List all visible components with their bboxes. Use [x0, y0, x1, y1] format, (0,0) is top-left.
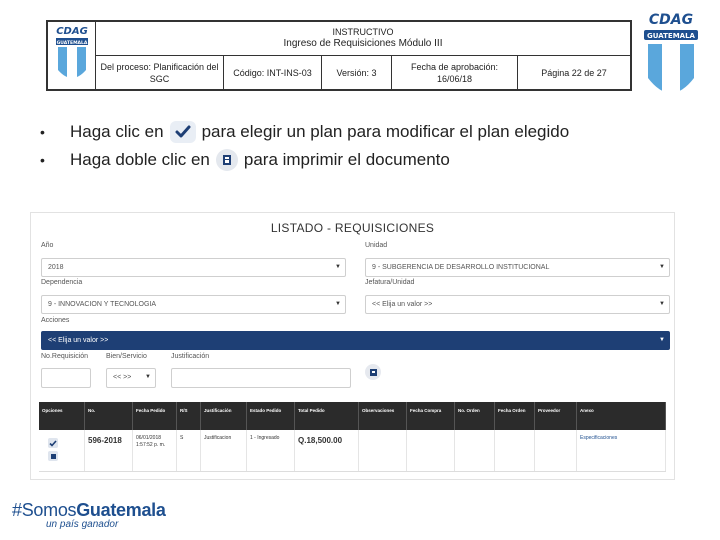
justification-input[interactable] — [171, 368, 351, 388]
column-header: No. — [85, 402, 133, 430]
print-icon — [369, 368, 377, 376]
chevron-down-icon: ▼ — [145, 374, 151, 380]
header-code: Código: INT-INS-03 — [224, 56, 322, 89]
actions-select[interactable]: << Elija un valor >> ▼ — [41, 331, 670, 350]
instruction-text: Haga doble clic en — [70, 150, 210, 169]
actions-value: << Elija un valor >> — [48, 337, 109, 344]
dependency-select[interactable]: 9 - INNOVACION Y TECNOLOGIA ▼ — [41, 295, 346, 314]
slogan-prefix: #Somos — [12, 500, 77, 520]
dependency-value: 9 - INNOVACION Y TECNOLOGIA — [48, 301, 157, 308]
unit-label: Unidad — [365, 242, 388, 249]
print-report-button[interactable] — [365, 364, 381, 380]
req-number-label: No.Requisición — [41, 353, 89, 360]
chevron-down-icon: ▼ — [659, 337, 665, 343]
justification-cell: Justificacion — [201, 430, 247, 471]
dependency-label: Dependencia — [41, 279, 83, 286]
good-service-value: << >> — [113, 374, 132, 381]
check-icon — [169, 121, 196, 143]
jefatura-value: << Elija un valor >> — [372, 301, 433, 308]
good-service-select[interactable]: << >> ▼ — [106, 368, 156, 388]
select-plan-button[interactable] — [48, 438, 58, 448]
req-number-input[interactable] — [41, 368, 91, 388]
purchase-date-cell — [407, 430, 455, 471]
status-cell: 1 - Ingresado — [247, 430, 295, 471]
header-page-number: Página 22 de 27 — [541, 67, 607, 78]
instruction-text: Haga clic en — [70, 122, 164, 141]
observations-cell — [359, 430, 407, 471]
bullet-icon: • — [40, 152, 45, 168]
svg-text:GUATEMALA: GUATEMALA — [57, 40, 88, 46]
date-cell: 06/01/2018 1:57:52 p. m. — [133, 430, 177, 471]
column-header: Total Pedido — [295, 402, 359, 430]
header-title-area: INSTRUCTIVO Ingreso de Requisiciones Mód… — [96, 22, 630, 56]
svg-text:GUATEMALA: GUATEMALA — [647, 32, 695, 40]
column-header: Justificación — [201, 402, 247, 430]
print-icon — [215, 149, 238, 171]
column-header: Proveedor — [535, 402, 577, 430]
print-icon — [50, 453, 56, 459]
footer-slogan: #SomosGuatemala un país ganador — [12, 500, 166, 530]
column-header: Anexo — [577, 402, 666, 430]
jefatura-label: Jefatura/Unidad — [365, 279, 415, 286]
print-document-button[interactable] — [48, 451, 58, 461]
chevron-down-icon: ▼ — [335, 301, 341, 307]
row-options-cell — [39, 430, 85, 471]
column-header: Observaciones — [359, 402, 407, 430]
column-header: Fecha Pedido — [133, 402, 177, 430]
check-icon — [49, 439, 57, 447]
req-number-cell: 596-2018 — [85, 430, 133, 471]
cdag-logo: CDAG GUATEMALA — [640, 8, 702, 108]
header-approval-date: Fecha de aprobación: 16/06/18 — [392, 56, 518, 89]
header-doc-title: Ingreso de Requisiciones Módulo III — [283, 38, 443, 49]
good-service-label: Bien/Servicio — [106, 353, 147, 360]
rs-cell: S — [177, 430, 201, 471]
column-header: R/S — [177, 402, 201, 430]
specifications-link[interactable]: Especificaciones — [577, 430, 666, 471]
column-header: Fecha Compra — [407, 402, 455, 430]
table-row: 596-2018 06/01/2018 1:57:52 p. m. S Just… — [39, 430, 666, 472]
instruction-item: • Haga doble clic en para imprimir el do… — [40, 146, 680, 174]
provider-cell — [535, 430, 577, 471]
jefatura-select[interactable]: << Elija un valor >> ▼ — [365, 295, 670, 314]
svg-text:CDAG: CDAG — [56, 26, 88, 37]
requisitions-table-header: Opciones No. Fecha Pedido R/S Justificac… — [39, 402, 666, 430]
unit-value: 9 - SUBGERENCIA DE DESARROLLO INSTITUCIO… — [372, 264, 550, 271]
chevron-down-icon: ▼ — [335, 264, 341, 270]
instruction-item: • Haga clic en para elegir un plan para … — [40, 118, 680, 146]
unit-select[interactable]: 9 - SUBGERENCIA DE DESARROLLO INSTITUCIO… — [365, 258, 670, 277]
order-date-cell — [495, 430, 535, 471]
column-header: Estado Pedido — [247, 402, 295, 430]
year-select[interactable]: 2018 ▼ — [41, 258, 346, 277]
cdag-logo-small: CDAG GUATEMALA — [48, 22, 96, 89]
bullet-icon: • — [40, 124, 45, 140]
chevron-down-icon: ▼ — [659, 264, 665, 270]
year-label: Año — [41, 242, 54, 249]
header-doc-type: INSTRUCTIVO — [332, 27, 394, 37]
justification-label: Justificación — [171, 353, 210, 360]
actions-label: Acciones — [41, 317, 70, 324]
column-header: No. Orden — [455, 402, 495, 430]
total-cell: Q.18,500.00 — [295, 430, 359, 471]
instruction-text: para imprimir el documento — [243, 150, 450, 169]
column-header: Opciones — [39, 402, 85, 430]
instruction-text: para elegir un plan para modificar el pl… — [201, 122, 570, 141]
requisitions-list-screen: LISTADO - REQUISICIONES Año 2018 ▼ Unida… — [30, 212, 675, 480]
year-value: 2018 — [48, 264, 64, 271]
page-title: LISTADO - REQUISICIONES — [270, 221, 435, 235]
order-number-cell — [455, 430, 495, 471]
column-header: Fecha Orden — [495, 402, 535, 430]
svg-text:CDAG: CDAG — [649, 12, 693, 28]
document-header: CDAG GUATEMALA INSTRUCTIVO Ingreso de Re… — [46, 20, 632, 91]
header-process: Del proceso: Planificación del SGC — [96, 56, 224, 89]
instruction-list: • Haga clic en para elegir un plan para … — [40, 118, 680, 174]
slogan-bold: Guatemala — [76, 500, 166, 520]
header-version: Versión: 3 — [322, 56, 392, 89]
chevron-down-icon: ▼ — [659, 301, 665, 307]
